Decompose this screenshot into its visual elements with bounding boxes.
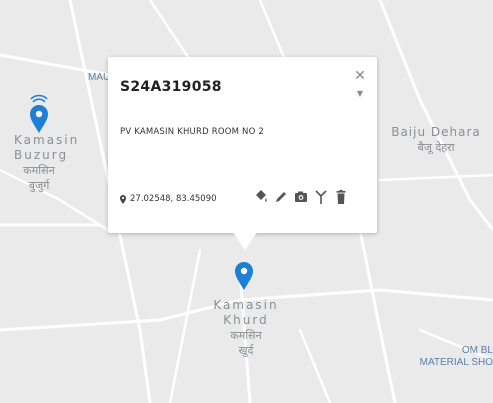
antenna-icon[interactable] [314,189,328,205]
place-kamasin-khurd: Kamasin Khurd कमसिन खुर्द [210,298,282,358]
poi-label-line1: OM BL [461,345,493,356]
poi-label-mau: MAU [88,72,110,84]
place-name-devanagari: बैजू देहरा [417,141,455,154]
delete-icon[interactable] [334,189,348,205]
poi-label-om-bl: OM BL MATERIAL SHO [418,345,493,369]
site-coordinates: 27.02548, 83.45090 [120,194,217,204]
map-pin-icon[interactable] [233,258,255,295]
place-baiju-dehara: Baiju Dehara बैजू देहरा [386,125,486,155]
poi-label-line2: MATERIAL SHO [419,357,493,368]
location-marker-icon [120,194,126,204]
coordinates-text: 27.02548, 83.45090 [130,194,217,204]
poi-label: MAU [88,72,111,83]
fill-icon[interactable] [254,189,268,205]
place-name-line2: Khurd [223,313,269,327]
place-name-line2: Buzurg [14,148,69,162]
place-name-devanagari: कमसिन [230,329,262,342]
map-pin-icon[interactable] [28,93,50,138]
action-toolbar [254,189,348,205]
place-name-devanagari: खुर्द [238,344,254,357]
place-name-line1: Kamasin [213,298,279,312]
camera-icon[interactable] [294,189,308,205]
close-button[interactable]: ✕ ▼ [353,69,367,99]
site-id-title: S24A319058 [120,79,222,95]
chevron-down-icon: ▼ [356,89,364,98]
place-name-devanagari: बुजुर्ग [28,179,50,192]
edit-icon[interactable] [274,189,288,205]
site-address: PV KAMASIN KHURD ROOM NO 2 [120,127,265,137]
place-name-line1: Baiju Dehara [391,125,481,139]
place-kamasin-buzurg: Kamasin Buzurg कमसिन बुजुर्ग [14,133,77,193]
info-window: S24A319058 ✕ ▼ PV KAMASIN KHURD ROOM NO … [108,57,377,250]
place-name-devanagari: कमसिन [23,164,55,177]
close-icon: ✕ [354,68,366,84]
info-window-tail [233,232,257,250]
